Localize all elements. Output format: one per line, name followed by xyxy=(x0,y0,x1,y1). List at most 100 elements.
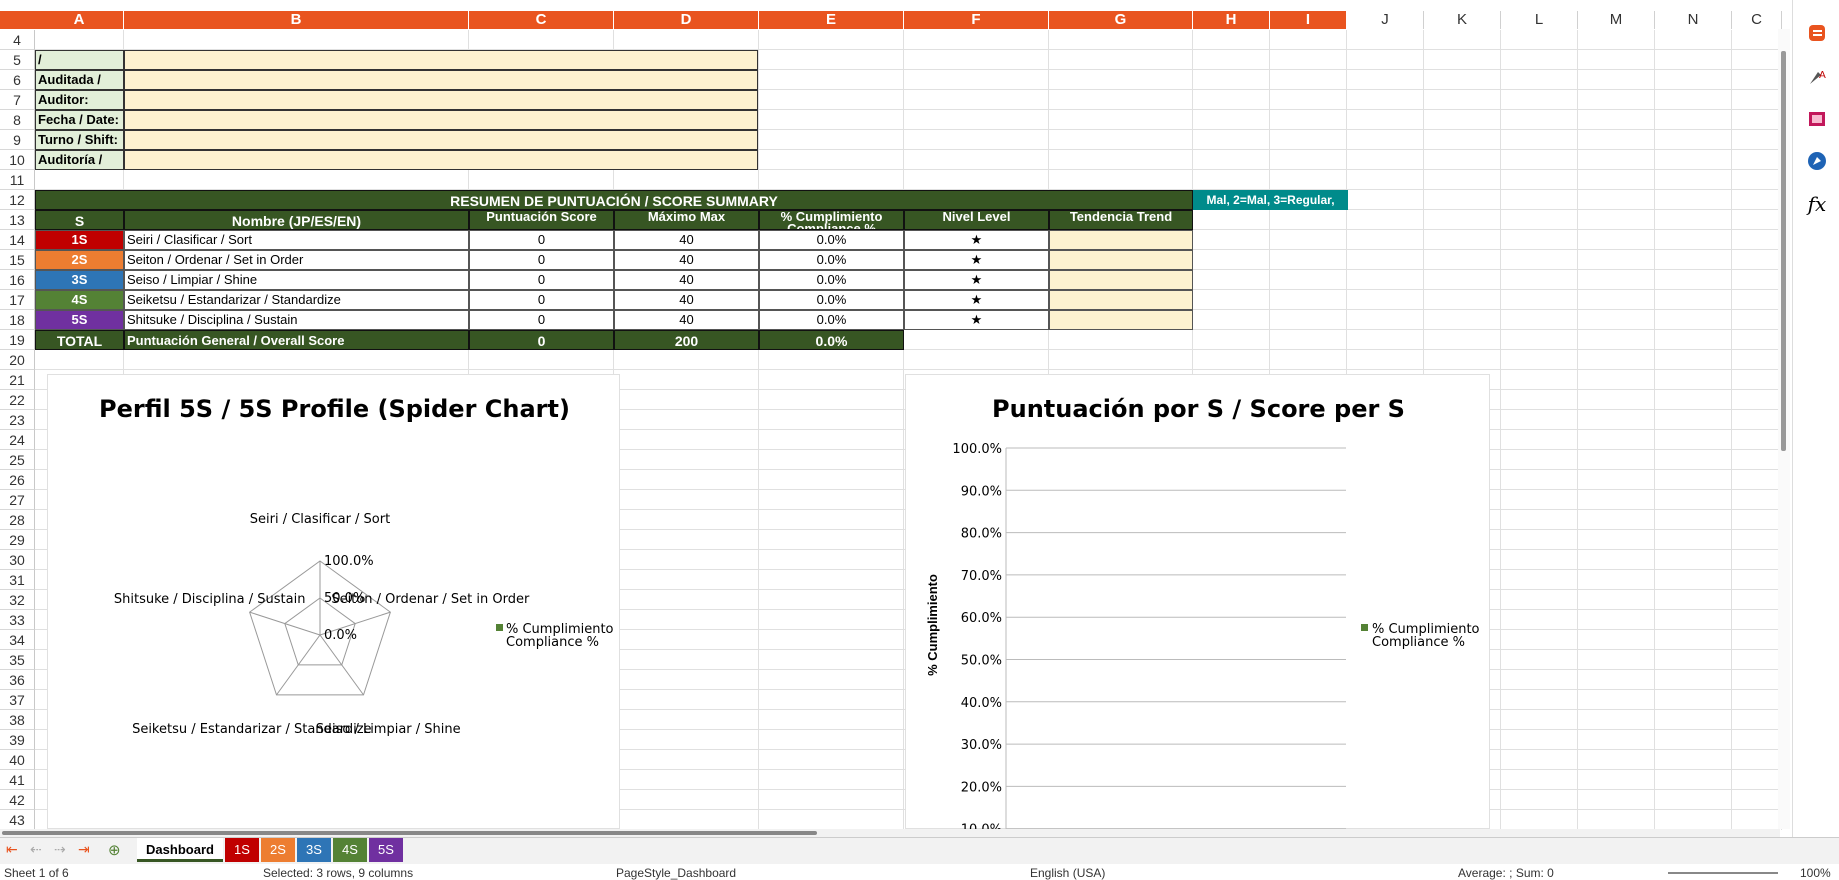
row-header-5[interactable]: 5 xyxy=(0,50,35,70)
sheet-tab-dashboard[interactable]: Dashboard xyxy=(137,838,223,862)
row-header-13[interactable]: 13 xyxy=(0,210,35,230)
column-header-11[interactable]: L xyxy=(1501,11,1578,29)
add-sheet-icon[interactable]: ⊕ xyxy=(108,841,121,859)
vertical-scrollbar[interactable] xyxy=(1778,29,1790,829)
score-name-3[interactable]: Seiso / Limpiar / Shine xyxy=(124,270,469,290)
row-header-16[interactable]: 16 xyxy=(0,270,35,290)
column-header-1[interactable]: B xyxy=(124,11,469,29)
row-header-19[interactable]: 19 xyxy=(0,330,35,350)
first-sheet-icon[interactable]: ⇤ xyxy=(6,841,18,858)
field-input-r8[interactable] xyxy=(124,110,758,130)
score-compliance-4[interactable]: 0.0% xyxy=(759,290,904,310)
styles-icon[interactable]: A xyxy=(1805,66,1829,90)
row-header-43[interactable]: 43 xyxy=(0,810,35,830)
score-compliance-5[interactable]: 0.0% xyxy=(759,310,904,330)
sheet-tab-5s[interactable]: 5S xyxy=(369,838,403,862)
row-header-9[interactable]: 9 xyxy=(0,130,35,150)
row-header-20[interactable]: 20 xyxy=(0,350,35,370)
row-header-40[interactable]: 40 xyxy=(0,750,35,770)
column-header-8[interactable]: I xyxy=(1270,11,1347,29)
score-s-1[interactable]: 1S xyxy=(35,230,124,250)
row-header-4[interactable]: 4 xyxy=(0,30,35,50)
field-input-r6[interactable] xyxy=(124,70,758,90)
score-value-4[interactable]: 0 xyxy=(469,290,614,310)
sheet-tab-4s[interactable]: 4S xyxy=(333,838,367,862)
column-header-13[interactable]: N xyxy=(1655,11,1732,29)
row-header-10[interactable]: 10 xyxy=(0,150,35,170)
bar-chart[interactable]: Puntuación por S / Score per S 100.0% 90.… xyxy=(905,374,1490,830)
select-all-corner[interactable] xyxy=(0,11,35,29)
score-compliance-2[interactable]: 0.0% xyxy=(759,250,904,270)
score-name-5[interactable]: Shitsuke / Disciplina / Sustain xyxy=(124,310,469,330)
row-header-39[interactable]: 39 xyxy=(0,730,35,750)
score-level-2[interactable]: ★ xyxy=(904,250,1049,270)
row-header-42[interactable]: 42 xyxy=(0,790,35,810)
row-header-30[interactable]: 30 xyxy=(0,550,35,570)
score-trend-4[interactable] xyxy=(1049,290,1193,310)
row-header-15[interactable]: 15 xyxy=(0,250,35,270)
row-header-32[interactable]: 32 xyxy=(0,590,35,610)
sheet-tab-3s[interactable]: 3S xyxy=(297,838,331,862)
row-header-27[interactable]: 27 xyxy=(0,490,35,510)
score-s-3[interactable]: 3S xyxy=(35,270,124,290)
column-header-6[interactable]: G xyxy=(1049,11,1193,29)
row-header-33[interactable]: 33 xyxy=(0,610,35,630)
column-header-9[interactable]: J xyxy=(1347,11,1424,29)
field-input-r10[interactable] xyxy=(124,150,758,170)
vertical-scroll-thumb[interactable] xyxy=(1781,51,1786,451)
spider-chart[interactable]: Perfil 5S / 5S Profile (Spider Chart) Se… xyxy=(47,374,620,829)
properties-icon[interactable] xyxy=(1805,22,1829,46)
navigator-icon[interactable] xyxy=(1805,150,1829,174)
column-header-3[interactable]: D xyxy=(614,11,759,29)
next-sheet-icon[interactable]: ⇢ xyxy=(54,841,66,858)
prev-sheet-icon[interactable]: ⇠ xyxy=(30,841,42,858)
row-header-36[interactable]: 36 xyxy=(0,670,35,690)
score-max-1[interactable]: 40 xyxy=(614,230,759,250)
score-name-4[interactable]: Seiketsu / Estandarizar / Standardize xyxy=(124,290,469,310)
row-header-35[interactable]: 35 xyxy=(0,650,35,670)
column-header-10[interactable]: K xyxy=(1424,11,1501,29)
score-name-2[interactable]: Seiton / Ordenar / Set in Order xyxy=(124,250,469,270)
score-max-4[interactable]: 40 xyxy=(614,290,759,310)
field-input-r9[interactable] xyxy=(124,130,758,150)
zoom-slider[interactable] xyxy=(1668,872,1778,874)
score-max-5[interactable]: 40 xyxy=(614,310,759,330)
score-trend-5[interactable] xyxy=(1049,310,1193,330)
row-header-26[interactable]: 26 xyxy=(0,470,35,490)
row-header-7[interactable]: 7 xyxy=(0,90,35,110)
score-s-4[interactable]: 4S xyxy=(35,290,124,310)
functions-icon[interactable]: fx xyxy=(1805,192,1829,216)
column-header-4[interactable]: E xyxy=(759,11,904,29)
horizontal-scroll-thumb[interactable] xyxy=(2,831,817,835)
score-level-1[interactable]: ★ xyxy=(904,230,1049,250)
row-header-28[interactable]: 28 xyxy=(0,510,35,530)
row-header-37[interactable]: 37 xyxy=(0,690,35,710)
sheet-tab-1s[interactable]: 1S xyxy=(225,838,259,862)
score-compliance-1[interactable]: 0.0% xyxy=(759,230,904,250)
column-header-12[interactable]: M xyxy=(1578,11,1655,29)
row-header-17[interactable]: 17 xyxy=(0,290,35,310)
score-value-3[interactable]: 0 xyxy=(469,270,614,290)
row-header-8[interactable]: 8 xyxy=(0,110,35,130)
score-value-1[interactable]: 0 xyxy=(469,230,614,250)
row-header-31[interactable]: 31 xyxy=(0,570,35,590)
column-header-7[interactable]: H xyxy=(1193,11,1270,29)
score-trend-3[interactable] xyxy=(1049,270,1193,290)
score-max-2[interactable]: 40 xyxy=(614,250,759,270)
score-trend-1[interactable] xyxy=(1049,230,1193,250)
sheet-tab-2s[interactable]: 2S xyxy=(261,838,295,862)
column-header-2[interactable]: C xyxy=(469,11,614,29)
last-sheet-icon[interactable]: ⇥ xyxy=(78,841,90,858)
score-max-3[interactable]: 40 xyxy=(614,270,759,290)
row-header-14[interactable]: 14 xyxy=(0,230,35,250)
field-input-r7[interactable] xyxy=(124,90,758,110)
row-header-6[interactable]: 6 xyxy=(0,70,35,90)
score-s-5[interactable]: 5S xyxy=(35,310,124,330)
row-header-34[interactable]: 34 xyxy=(0,630,35,650)
column-header-14[interactable]: C xyxy=(1732,11,1782,29)
score-value-2[interactable]: 0 xyxy=(469,250,614,270)
row-header-23[interactable]: 23 xyxy=(0,410,35,430)
column-header-0[interactable]: A xyxy=(35,11,124,29)
row-header-41[interactable]: 41 xyxy=(0,770,35,790)
field-input-r5[interactable] xyxy=(124,50,758,70)
